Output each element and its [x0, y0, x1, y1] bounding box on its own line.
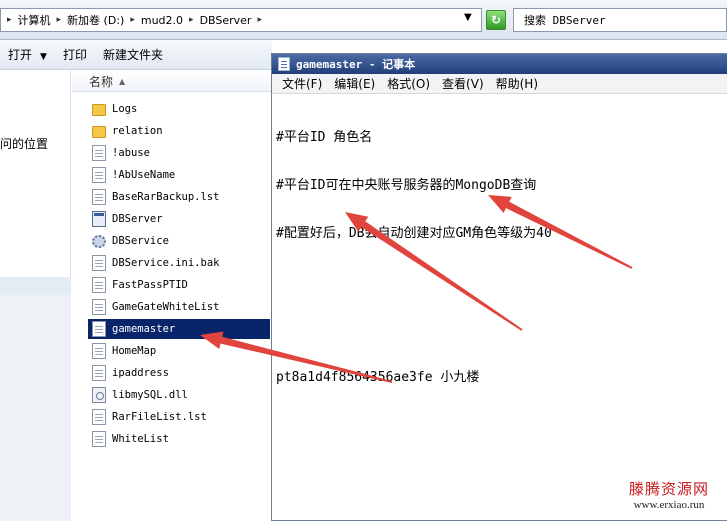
file-item[interactable]: BaseRarBackup.lst: [88, 187, 270, 207]
file-list: 名称 ▲ Logs relation !abuse !AbUseName BaseRar…: [72, 71, 272, 521]
address-bar-area: ▸ 计算机 ▸ 新加卷 (D:) ▸ mud2.0 ▸ DBServer ▸ ▼…: [0, 0, 727, 40]
refresh-button[interactable]: ↻: [486, 10, 506, 30]
file-item[interactable]: GameGateWhiteList: [88, 297, 270, 317]
address-dropdown-icon[interactable]: ▼: [464, 12, 472, 23]
navigation-pane: 问的位置: [0, 71, 71, 521]
file-name: DBService: [112, 235, 169, 247]
file-item[interactable]: HomeMap: [88, 341, 270, 361]
file-name: BaseRarBackup.lst: [112, 191, 220, 203]
file-name: libmySQL.dll: [112, 389, 188, 401]
file-name: FastPassPTID: [112, 279, 188, 291]
new-folder-button[interactable]: 新建文件夹: [95, 46, 171, 63]
menu-file[interactable]: 文件(F): [276, 75, 328, 92]
file-name: ipaddress: [112, 367, 169, 379]
folder-icon: [92, 104, 106, 116]
gear-icon: [92, 235, 106, 248]
chevron-right-icon[interactable]: ▸: [53, 15, 66, 25]
document-icon: [92, 167, 106, 183]
chevron-right-icon[interactable]: ▸: [185, 15, 198, 25]
chevron-down-icon[interactable]: ▼: [40, 52, 47, 62]
file-name: WhiteList: [112, 433, 169, 445]
search-input[interactable]: 搜索 DBServer: [513, 8, 727, 32]
notepad-menu-bar: 文件(F) 编辑(E) 格式(O) 查看(V) 帮助(H): [272, 74, 727, 94]
document-icon: [92, 343, 106, 359]
file-name: !AbUseName: [112, 169, 176, 181]
chevron-right-icon[interactable]: ▸: [3, 15, 16, 25]
file-item[interactable]: RarFileList.lst: [88, 407, 270, 427]
file-item[interactable]: !AbUseName: [88, 165, 270, 185]
chevron-right-icon[interactable]: ▸: [126, 15, 139, 25]
dll-icon: [92, 387, 106, 403]
folder-icon: [92, 126, 106, 138]
file-name: DBServer: [112, 213, 163, 225]
file-item[interactable]: !abuse: [88, 143, 270, 163]
file-name: GameGateWhiteList: [112, 301, 220, 313]
chevron-right-icon[interactable]: ▸: [253, 15, 266, 25]
document-icon: [92, 409, 106, 425]
watermark-name: 滕腾资源网: [628, 480, 709, 498]
address-box[interactable]: ▸ 计算机 ▸ 新加卷 (D:) ▸ mud2.0 ▸ DBServer ▸: [0, 8, 482, 32]
breadcrumb-drive[interactable]: 新加卷 (D:): [65, 12, 126, 28]
open-button[interactable]: 打开 ▼: [0, 46, 55, 63]
column-header-name[interactable]: 名称 ▲: [72, 71, 272, 92]
text-line: [276, 274, 724, 290]
file-name: RarFileList.lst: [112, 411, 207, 423]
document-icon: [92, 365, 106, 381]
document-icon: [92, 431, 106, 447]
document-icon: [92, 277, 106, 293]
breadcrumb-computer[interactable]: 计算机: [16, 12, 53, 28]
file-name: gamemaster: [112, 323, 176, 335]
text-line: #平台ID 角色名: [276, 130, 373, 145]
watermark-url: www.erxiao.run: [633, 499, 705, 511]
file-item[interactable]: DBService: [88, 231, 270, 251]
file-name: HomeMap: [112, 345, 157, 357]
file-item[interactable]: relation: [88, 121, 270, 141]
print-button[interactable]: 打印: [55, 46, 95, 63]
document-icon: [92, 321, 106, 337]
file-item[interactable]: DBServer: [88, 209, 270, 229]
application-icon: [92, 211, 106, 227]
notepad-title: gamemaster - 记事本: [296, 58, 416, 71]
document-icon: [92, 145, 106, 161]
breadcrumb-dbserver[interactable]: DBServer: [198, 14, 254, 27]
notepad-text-area[interactable]: #平台ID 角色名 #平台ID可在中央账号服务器的MongoDB查询 #配置好后…: [276, 98, 724, 518]
menu-help[interactable]: 帮助(H): [490, 75, 544, 92]
file-name: Logs: [112, 103, 138, 115]
toolbar: 打开 ▼ 打印 新建文件夹: [0, 40, 272, 70]
notepad-title-bar[interactable]: gamemaster - 记事本: [272, 54, 727, 74]
text-line: pt8a1d4f8564356ae3fe 小九楼: [276, 370, 480, 385]
menu-view[interactable]: 查看(V): [436, 75, 490, 92]
watermark: 滕腾资源网 www.erxiao.run: [629, 478, 709, 511]
menu-format[interactable]: 格式(O): [381, 75, 436, 92]
document-icon: [92, 299, 106, 315]
file-item[interactable]: DBService.ini.bak: [88, 253, 270, 273]
nav-selection[interactable]: [0, 277, 71, 295]
search-placeholder: 搜索 DBServer: [524, 14, 606, 27]
sort-ascending-icon: ▲: [119, 76, 126, 86]
nav-lower-area: [0, 295, 71, 521]
refresh-icon: ↻: [490, 13, 502, 27]
breadcrumb-mud[interactable]: mud2.0: [139, 14, 185, 27]
menu-edit[interactable]: 编辑(E): [328, 75, 381, 92]
file-name: relation: [112, 125, 163, 137]
file-item[interactable]: gamemaster: [88, 319, 270, 339]
text-line: [276, 322, 724, 338]
document-icon: [92, 189, 106, 205]
file-item[interactable]: WhiteList: [88, 429, 270, 449]
file-item[interactable]: FastPassPTID: [88, 275, 270, 295]
text-line: #配置好后，DB会自动创建对应GM角色等级为40: [276, 226, 552, 241]
file-name: !abuse: [112, 147, 150, 159]
notepad-icon: [278, 57, 290, 71]
file-item[interactable]: Logs: [88, 99, 270, 119]
file-item[interactable]: ipaddress: [88, 363, 270, 383]
file-name: DBService.ini.bak: [112, 257, 220, 269]
nav-item-recent-places[interactable]: 问的位置: [0, 135, 48, 152]
document-icon: [92, 255, 106, 271]
notepad-window: gamemaster - 记事本 文件(F) 编辑(E) 格式(O) 查看(V)…: [271, 53, 727, 521]
text-line: #平台ID可在中央账号服务器的MongoDB查询: [276, 178, 537, 193]
file-item[interactable]: libmySQL.dll: [88, 385, 270, 405]
